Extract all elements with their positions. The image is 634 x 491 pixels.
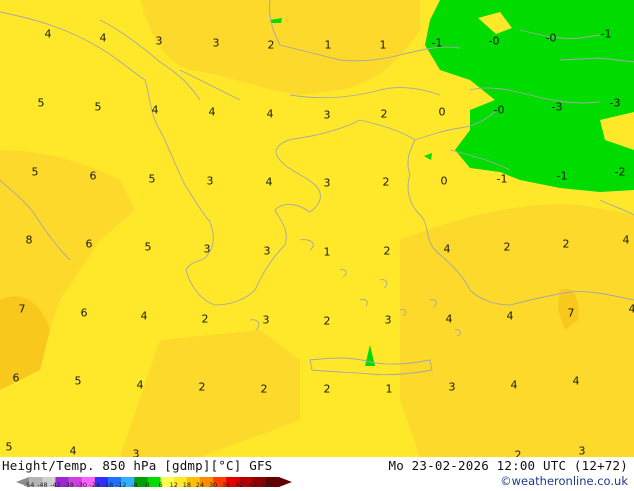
temp-label: 6: [90, 171, 97, 182]
map-canvas: [0, 0, 634, 457]
temp-label: 3: [264, 246, 271, 257]
colorbar-tick: -42: [50, 482, 61, 489]
temp-label: 4: [152, 105, 159, 116]
temp-label: 2: [504, 242, 511, 253]
colorbar-tick: 6: [158, 482, 162, 489]
temp-label: 4: [70, 446, 77, 457]
colorbar-tick: -38: [63, 482, 74, 489]
temp-label: -1: [601, 29, 612, 40]
temp-label: 1: [324, 247, 331, 258]
temp-label: 1: [325, 40, 332, 51]
temp-label: 4: [209, 107, 216, 118]
temp-label: 3: [324, 178, 331, 189]
temp-label: -1: [497, 174, 508, 185]
temp-label: 4: [446, 314, 453, 325]
colorbar-tick: -18: [103, 482, 114, 489]
credit-link[interactable]: ©weatheronline.co.uk: [500, 474, 628, 488]
temp-label: 2: [268, 40, 275, 51]
temp-label: 3: [263, 315, 270, 326]
temp-label: 5: [38, 98, 45, 109]
temp-label: -1: [557, 171, 568, 182]
colorbar-tick: 24: [196, 482, 204, 489]
temp-label: 4: [266, 177, 273, 188]
temp-label: 6: [13, 373, 20, 384]
footer: Height/Temp. 850 hPa [gdmp][°C] GFS Mo 2…: [0, 457, 634, 490]
temp-label: 2: [261, 384, 268, 395]
temp-label: 6: [86, 239, 93, 250]
temp-label: 4: [45, 29, 52, 40]
temp-label: 6: [81, 308, 88, 319]
temp-label: 0: [441, 176, 448, 187]
temp-label: 3: [579, 446, 586, 457]
colorbar-tick: 30: [209, 482, 217, 489]
colorbar-tick: 0: [145, 482, 149, 489]
temp-label: 4: [511, 380, 518, 391]
temp-label: 1: [380, 40, 387, 51]
temp-label: 2: [383, 177, 390, 188]
colorbar-tick: -48: [37, 482, 48, 489]
temp-label: 8: [26, 235, 33, 246]
temp-label: 7: [19, 304, 26, 315]
colorbar-tick: 12: [170, 482, 178, 489]
temp-label: -0: [546, 33, 557, 44]
temp-label: 5: [145, 242, 152, 253]
temp-label: 5: [75, 376, 82, 387]
temp-label: 4: [141, 311, 148, 322]
colorbar-tick: 18: [183, 482, 191, 489]
temp-label: 4: [267, 109, 274, 120]
temp-label: 3: [133, 449, 140, 458]
temp-label: -1: [432, 38, 443, 49]
temp-label: 3: [449, 382, 456, 393]
temp-label: -0: [494, 105, 505, 116]
warm-zone-southeast: [400, 204, 634, 457]
temp-label: 4: [629, 304, 634, 315]
colorbar-tick: -30: [76, 482, 87, 489]
temp-label: 2: [381, 109, 388, 120]
temp-label: 3: [324, 110, 331, 121]
temp-label: 0: [439, 107, 446, 118]
temp-label: -2: [615, 167, 626, 178]
colorbar-tick: -8: [131, 482, 137, 489]
colorbar-tick: -12: [116, 482, 127, 489]
temp-label: 2: [515, 450, 522, 458]
temp-label: 3: [156, 36, 163, 47]
temp-label: 3: [385, 315, 392, 326]
temp-label: -3: [610, 98, 621, 109]
temp-label: -0: [489, 36, 500, 47]
temp-label: 2: [199, 382, 206, 393]
temp-label: 3: [204, 244, 211, 255]
map-datetime: Mo 23-02-2026 12:00 UTC (12+72): [389, 458, 629, 473]
temp-label: 2: [324, 316, 331, 327]
temp-label: 4: [100, 33, 107, 44]
map-title: Height/Temp. 850 hPa [gdmp][°C] GFS: [2, 458, 272, 473]
temp-label: 2: [384, 246, 391, 257]
temp-label: 5: [6, 442, 13, 453]
temp-label: 2: [563, 239, 570, 250]
temp-label: 4: [573, 376, 580, 387]
temp-label: 4: [137, 380, 144, 391]
temp-label: 4: [507, 311, 514, 322]
temp-label: 4: [444, 244, 451, 255]
colorbar-tick: 48: [248, 482, 256, 489]
temp-label: -3: [552, 102, 563, 113]
temp-label: 2: [324, 384, 331, 395]
colorbar-tick: 36: [222, 482, 230, 489]
colorbar-ticks: -54-48-42-38-30-24-18-12 -8 0 6 12 18 24 30 36 42…: [16, 482, 306, 490]
temp-label: 5: [149, 174, 156, 185]
colorbar-tick: 54: [262, 482, 270, 489]
temp-label: 7: [568, 308, 575, 319]
temp-label: 3: [207, 176, 214, 187]
colorbar-tick: -24: [90, 482, 101, 489]
temp-label: 2: [202, 314, 209, 325]
temp-label: 5: [95, 102, 102, 113]
temp-label: 3: [213, 38, 220, 49]
colorbar-tick: -54: [24, 482, 35, 489]
temp-label: 5: [32, 167, 39, 178]
colorbar-tick: 42: [235, 482, 243, 489]
weather-map: 4 4 3 3 2 1 1 -1 -0 -0 -1 5 5 4 4 4 3 2 0 -0 -3 -3 5 6 5 3 4 3 2 0 -1 -…: [0, 0, 634, 457]
temp-label: 1: [386, 384, 393, 395]
temp-label: 4: [623, 235, 630, 246]
